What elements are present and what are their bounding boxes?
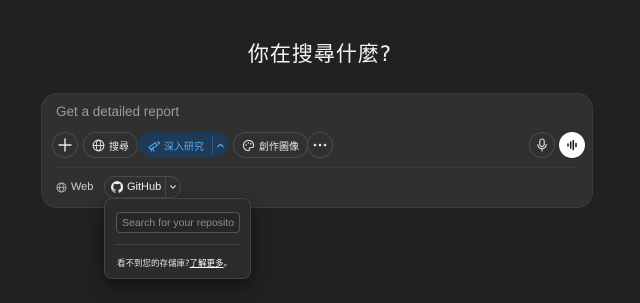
search-tool-button[interactable]: 搜尋 (83, 132, 138, 158)
page-headline: 你在搜尋什麼? (247, 42, 393, 66)
source-row: Web GitHub (56, 176, 356, 198)
web-source-label: Web (71, 181, 94, 193)
prompt-input[interactable]: Get a detailed report (56, 104, 179, 119)
repo-help-text: 看不到您的存儲庫? (117, 259, 190, 269)
composer-divider (56, 167, 578, 168)
repo-help-note: 看不到您的存儲庫?了解更多。 (117, 257, 232, 269)
search-tool-label: 搜尋 (109, 141, 129, 153)
github-options-button[interactable] (166, 177, 180, 197)
more-icon (313, 143, 327, 147)
create-image-button[interactable]: 創作圖像 (233, 132, 308, 158)
tool-row: 搜尋 深入研究 創作圖像 (52, 132, 585, 158)
palette-icon (242, 139, 255, 152)
dictate-button[interactable] (529, 132, 555, 158)
chevron-up-icon (216, 141, 225, 150)
telescope-icon (147, 139, 160, 152)
github-source-button[interactable]: GitHub (104, 176, 181, 198)
composer: Get a detailed report 搜尋 深入研究 創作圖像 Web G… (41, 93, 593, 208)
deep-research-options-button[interactable] (213, 132, 228, 158)
voice-mode-icon (566, 139, 578, 151)
github-icon (111, 181, 123, 193)
repo-help-suffix: 。 (223, 259, 233, 269)
repo-search-input[interactable] (116, 212, 240, 233)
learn-more-link[interactable]: 了解更多 (190, 259, 224, 269)
deep-research-label: 深入研究 (164, 141, 204, 153)
popover-divider (116, 244, 239, 245)
github-repo-popover: 看不到您的存儲庫?了解更多。 (104, 198, 251, 279)
deep-research-main[interactable]: 深入研究 (139, 132, 212, 158)
github-source-label: GitHub (127, 181, 162, 193)
deep-research-button[interactable]: 深入研究 (139, 132, 228, 158)
voice-mode-button[interactable] (559, 132, 585, 158)
github-source-main[interactable]: GitHub (105, 177, 165, 197)
web-source-toggle[interactable]: Web (56, 176, 93, 198)
globe-icon (92, 139, 105, 152)
mic-icon (536, 138, 548, 152)
plus-icon (58, 138, 72, 152)
more-button[interactable] (307, 132, 333, 158)
globe-icon (56, 182, 67, 193)
chevron-down-icon (169, 183, 177, 191)
create-image-label: 創作圖像 (259, 141, 299, 153)
add-button[interactable] (52, 132, 78, 158)
